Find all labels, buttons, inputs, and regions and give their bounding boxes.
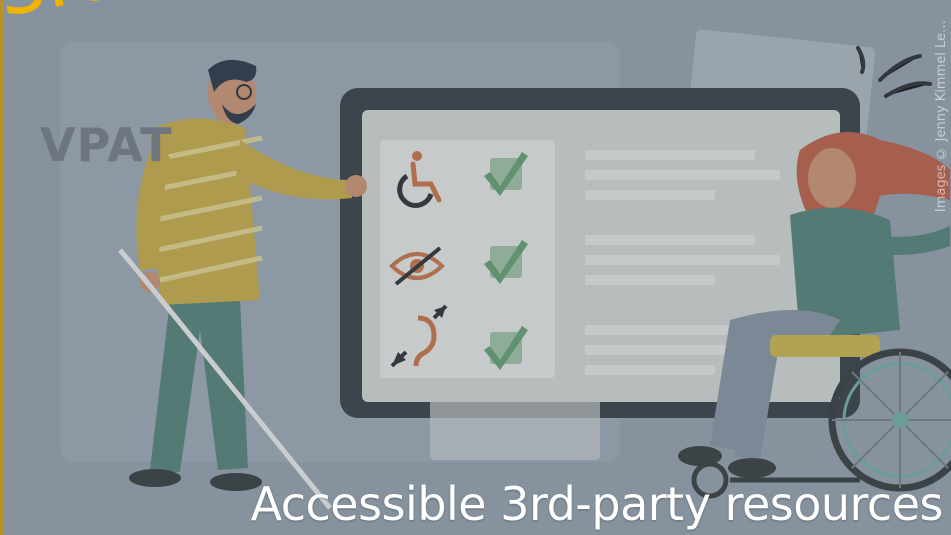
vpat-label: VPAT xyxy=(40,118,173,172)
caption: Accessible 3rd-party resources xyxy=(250,477,944,531)
image-credit: Images © Jenny Kimmel Le… xyxy=(934,20,949,213)
illustration-frame: VPAT sic Images © Jenny Kimmel Le… Acces… xyxy=(0,0,951,535)
left-accent-border xyxy=(0,0,3,535)
accessibility-illustration xyxy=(0,0,951,535)
